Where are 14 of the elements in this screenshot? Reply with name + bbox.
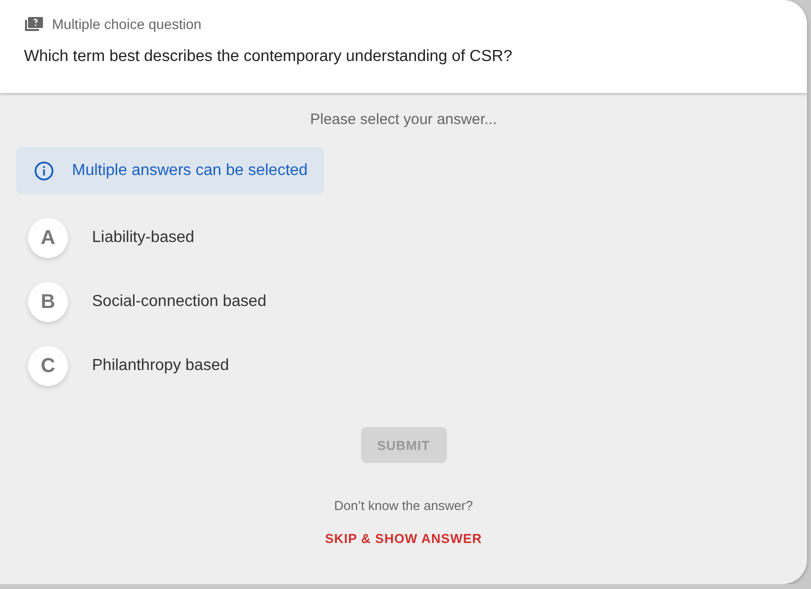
- option-text[interactable]: Philanthropy based: [92, 357, 229, 375]
- option-letter[interactable]: C: [28, 346, 68, 386]
- option-text[interactable]: Social-connection based: [92, 293, 266, 311]
- skip-prompt: Don’t know the answer?: [334, 498, 473, 513]
- select-prompt: Please select your answer...: [309, 111, 498, 128]
- skip-show-answer-link[interactable]: SKIP & SHOW ANSWER: [324, 531, 482, 546]
- question-type-label: Multiple choice question: [52, 16, 202, 32]
- question-text: Which term best describes the contemporary understanding of CSR?: [24, 48, 514, 66]
- info-icon: [34, 160, 54, 180]
- info-text: Multiple answers can be selected: [72, 162, 308, 180]
- question-cards-icon: [24, 16, 44, 32]
- option-letter[interactable]: A: [28, 218, 68, 258]
- option-text[interactable]: Liability-based: [92, 229, 194, 247]
- option-letter[interactable]: B: [28, 282, 68, 322]
